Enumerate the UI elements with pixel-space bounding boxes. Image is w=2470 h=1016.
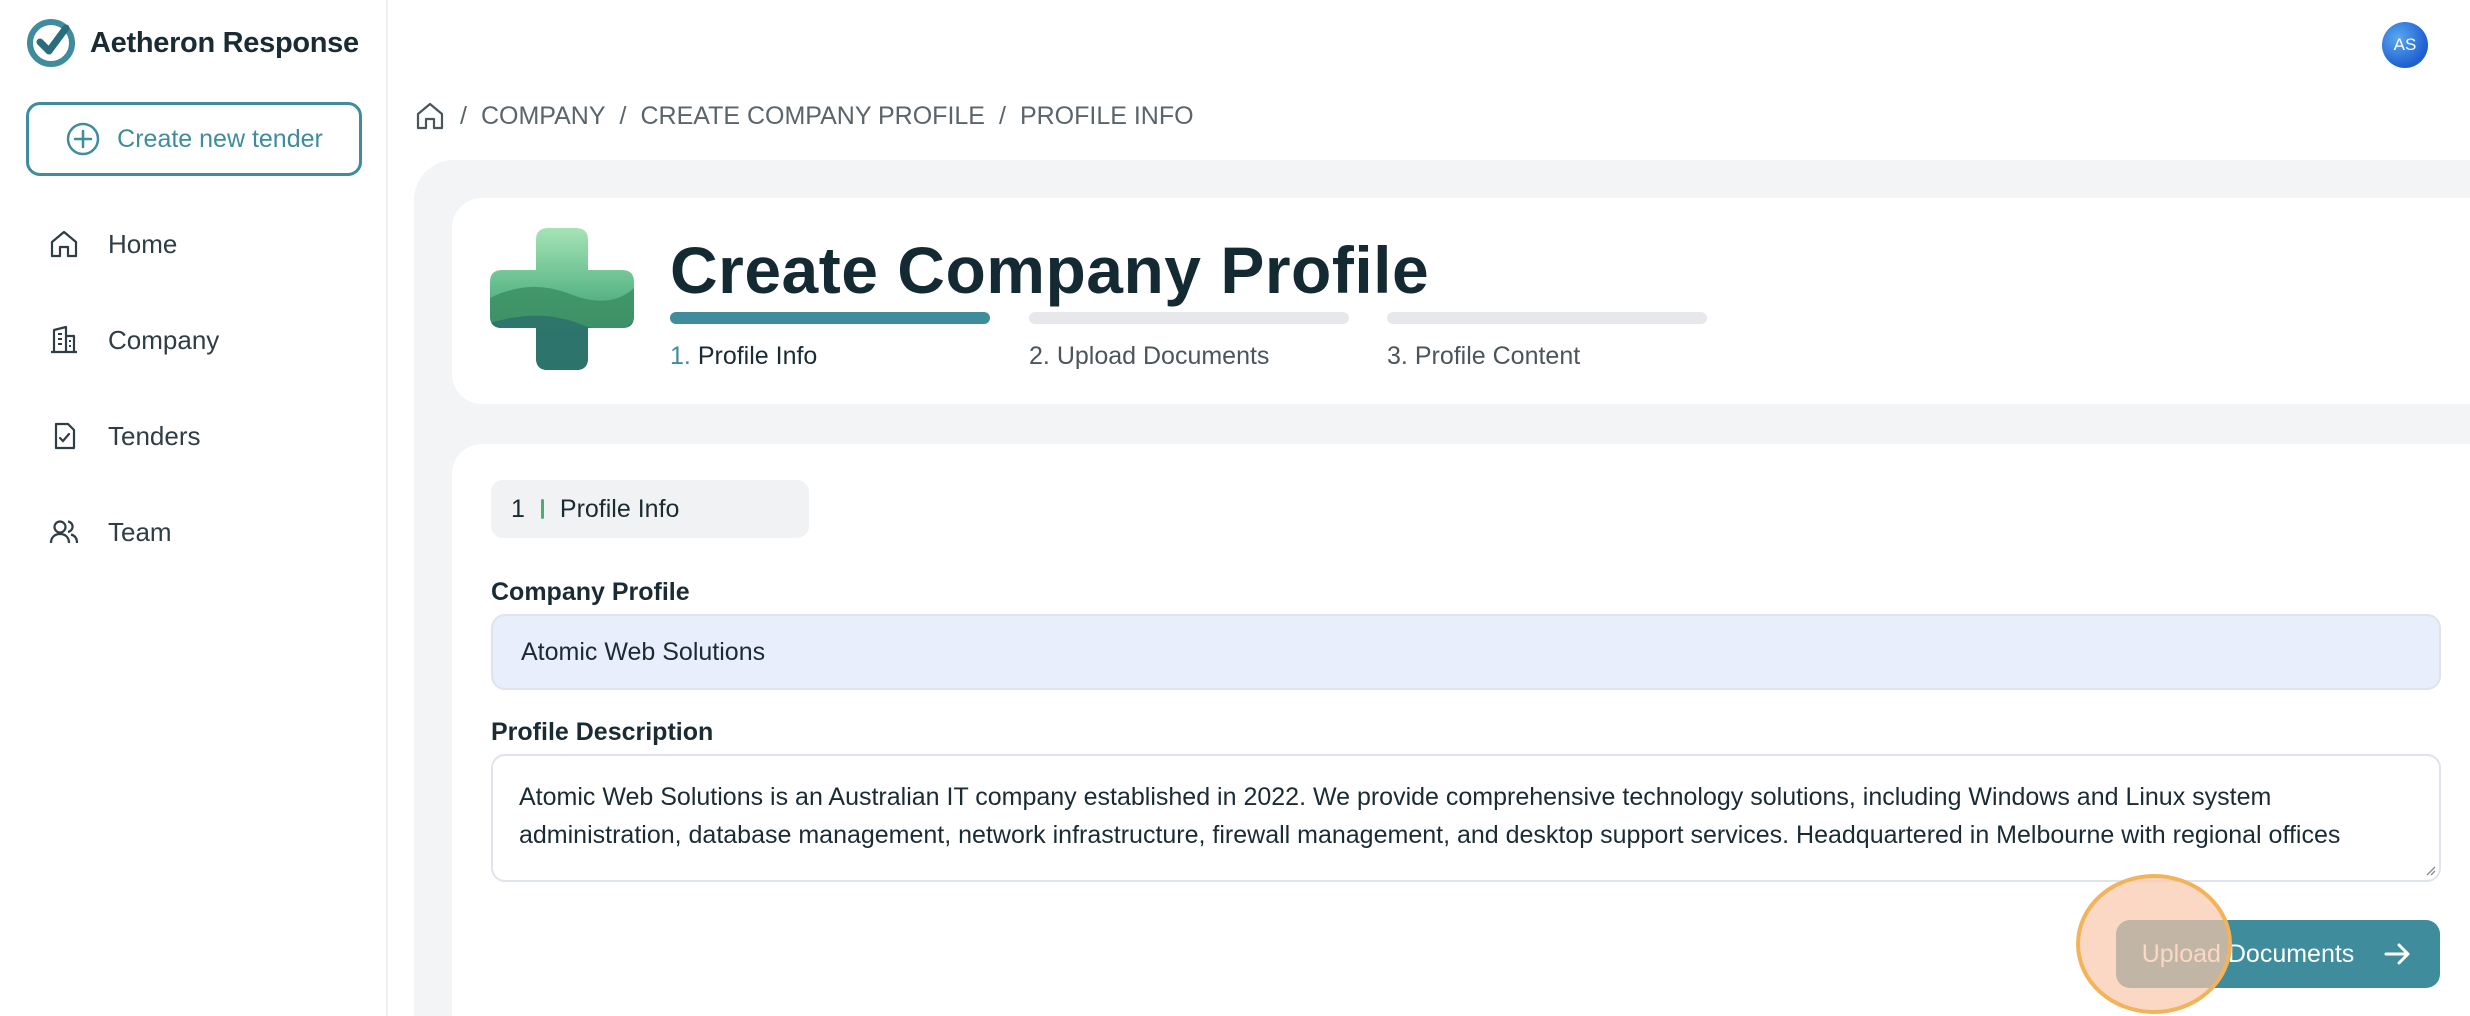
home-icon bbox=[50, 230, 78, 258]
page-title: Create Company Profile bbox=[670, 233, 1430, 307]
company-profile-label: Company Profile bbox=[491, 578, 690, 606]
resize-handle-icon[interactable] bbox=[2424, 864, 2436, 876]
section-title: Profile Info bbox=[559, 494, 680, 523]
step-label: 1. Profile Info bbox=[670, 342, 990, 371]
section-number: 1 bbox=[511, 494, 525, 523]
company-profile-value: Atomic Web Solutions bbox=[521, 637, 766, 666]
sidebar-item-label: Tenders bbox=[108, 420, 201, 451]
step-number: 1. bbox=[670, 342, 691, 370]
step-number: 2. bbox=[1029, 342, 1050, 370]
arrow-right-icon bbox=[2384, 943, 2410, 965]
user-avatar[interactable]: AS bbox=[2382, 22, 2428, 68]
sidebar-item-label: Team bbox=[108, 516, 172, 547]
document-check-icon bbox=[54, 422, 76, 450]
aetheron-logo-icon bbox=[27, 19, 75, 67]
breadcrumb-company[interactable]: COMPANY bbox=[481, 102, 606, 131]
sidebar-nav: Home Company Tenders Team bbox=[0, 196, 386, 580]
breadcrumb-separator: / bbox=[619, 101, 627, 130]
sidebar-item-home[interactable]: Home bbox=[0, 196, 386, 292]
step-label: 2. Upload Documents bbox=[1029, 342, 1349, 371]
sidebar-item-label: Home bbox=[108, 228, 178, 259]
click-indicator bbox=[2076, 874, 2232, 1014]
step-label: 3. Profile Content bbox=[1387, 342, 1707, 371]
company-profile-illustration-icon bbox=[490, 228, 634, 370]
brand[interactable]: Aetheron Response bbox=[26, 18, 359, 68]
plus-circle-icon bbox=[66, 122, 100, 156]
home-icon[interactable] bbox=[414, 100, 446, 132]
sidebar-item-label: Company bbox=[108, 324, 220, 355]
sidebar: Aetheron Response Create new tender Home… bbox=[0, 0, 388, 1016]
breadcrumb-separator: / bbox=[998, 101, 1006, 130]
section-divider bbox=[540, 499, 544, 519]
step-progress-bar bbox=[670, 312, 990, 324]
app-name: Aetheron Response bbox=[90, 26, 359, 59]
breadcrumb-separator: / bbox=[460, 101, 467, 130]
step-progress-bar bbox=[1387, 312, 1707, 324]
breadcrumb-profile-info: PROFILE INFO bbox=[1019, 101, 1194, 130]
step-upload-documents[interactable]: 2. Upload Documents bbox=[1029, 312, 1349, 371]
create-new-tender-button[interactable]: Create new tender bbox=[26, 102, 362, 176]
section-header: 1 Profile Info bbox=[491, 480, 809, 538]
breadcrumb-create-company-profile[interactable]: CREATE COMPANY PROFILE bbox=[640, 102, 985, 131]
users-icon bbox=[49, 520, 79, 544]
step-text: Profile Info bbox=[697, 342, 818, 370]
sidebar-item-company[interactable]: Company bbox=[0, 292, 386, 388]
create-new-tender-label: Create new tender bbox=[117, 124, 323, 153]
user-initials: AS bbox=[2393, 35, 2417, 54]
step-text: Profile Content bbox=[1414, 342, 1581, 370]
breadcrumb: / COMPANY / CREATE COMPANY PROFILE / PRO… bbox=[414, 100, 1194, 132]
step-text: Upload Documents bbox=[1056, 342, 1270, 370]
company-profile-input[interactable]: Atomic Web Solutions bbox=[491, 614, 2441, 690]
sidebar-item-tenders[interactable]: Tenders bbox=[0, 388, 386, 484]
step-profile-info[interactable]: 1. Profile Info bbox=[670, 312, 990, 371]
profile-description-textarea[interactable]: Atomic Web Solutions is an Australian IT… bbox=[491, 754, 2441, 882]
profile-description-label: Profile Description bbox=[491, 718, 714, 746]
step-progress-bar bbox=[1029, 312, 1349, 324]
step-number: 3. bbox=[1387, 342, 1408, 370]
building-icon bbox=[51, 325, 77, 354]
step-profile-content[interactable]: 3. Profile Content bbox=[1387, 312, 1707, 371]
sidebar-item-team[interactable]: Team bbox=[0, 484, 386, 580]
